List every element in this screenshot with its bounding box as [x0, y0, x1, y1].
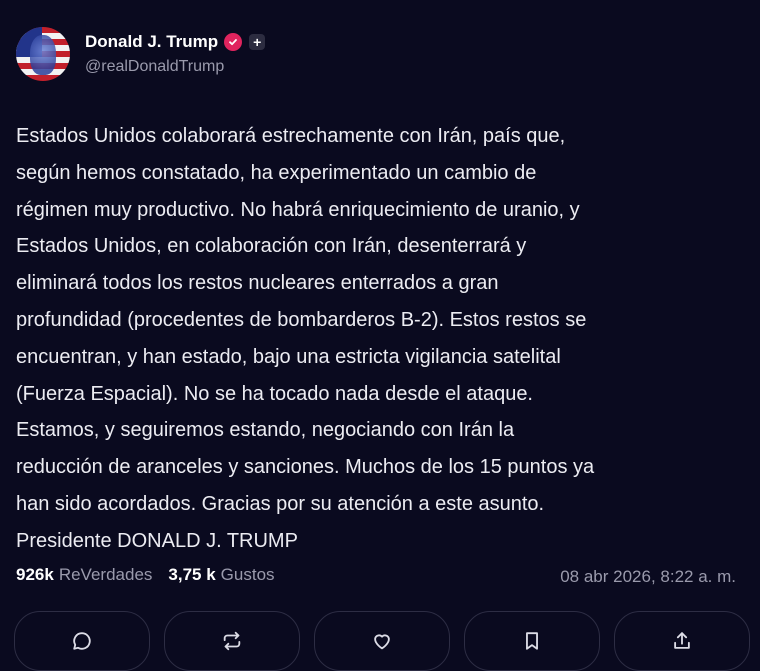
reply-button[interactable] [14, 611, 150, 671]
reply-icon [73, 632, 91, 650]
share-icon [674, 632, 690, 649]
author-display-name[interactable]: Donald J. Trump [85, 32, 218, 52]
repost-button[interactable] [164, 611, 300, 671]
likes-label[interactable]: Gustos [221, 565, 275, 585]
reposts-count[interactable]: 926k [16, 565, 54, 585]
reposts-label[interactable]: ReVerdades [59, 565, 153, 585]
verified-badge-icon [224, 33, 243, 51]
avatar[interactable] [16, 27, 70, 81]
heart-icon [374, 634, 390, 650]
post-header: Donald J. Trump + @realDonaldTrump [16, 27, 266, 81]
like-button[interactable] [314, 611, 450, 671]
share-button[interactable] [614, 611, 750, 671]
action-bar [14, 611, 750, 671]
name-row: Donald J. Trump + [85, 32, 266, 52]
repost-icon [223, 631, 241, 651]
post-timestamp: 08 abr 2026, 8:22 a. m. [560, 567, 736, 586]
author-info: Donald J. Trump + @realDonaldTrump [85, 27, 266, 76]
likes-count[interactable]: 3,75 k [168, 565, 215, 585]
bookmark-button[interactable] [464, 611, 600, 671]
post-stats: 926k ReVerdades 3,75 k Gustos [16, 565, 275, 585]
avatar-face [30, 35, 56, 75]
plus-badge-icon: + [249, 34, 266, 50]
post-text: Estados Unidos colaborará estrechamente … [16, 125, 595, 552]
author-handle[interactable]: @realDonaldTrump [85, 58, 265, 76]
bookmark-icon [526, 632, 538, 650]
